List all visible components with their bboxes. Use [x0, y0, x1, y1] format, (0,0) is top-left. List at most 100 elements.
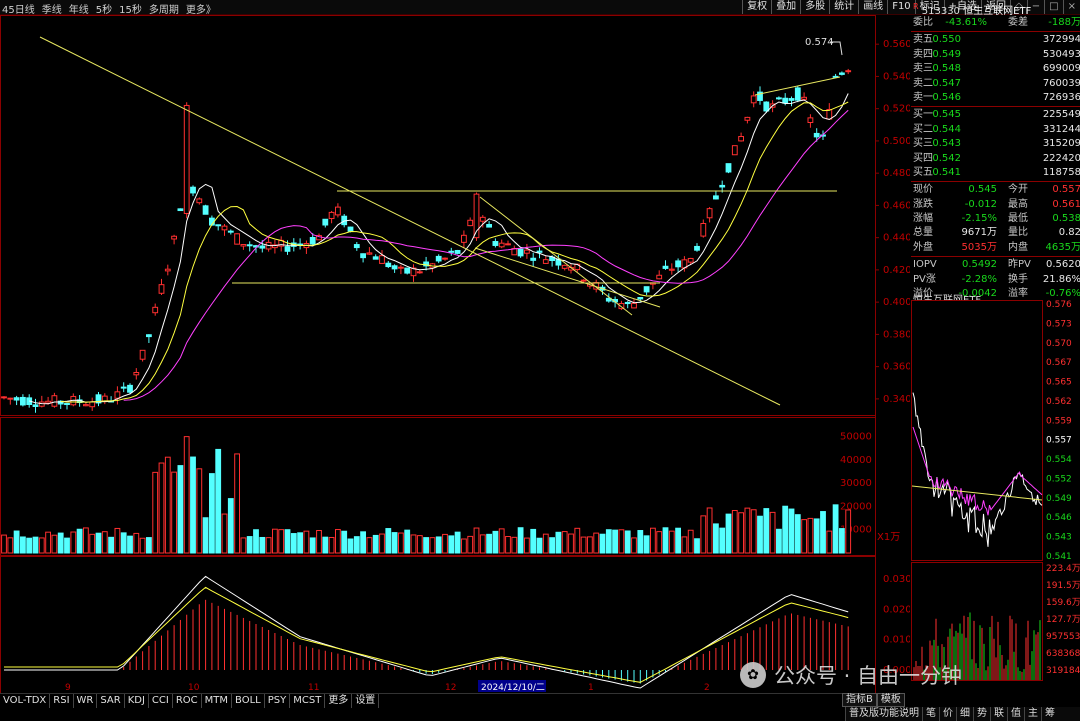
strip-tab-7[interactable]: 主 [1024, 707, 1041, 721]
indicator-tab-11[interactable]: 更多 [325, 694, 353, 708]
volume-bar [763, 508, 770, 554]
quote-cell: 225549 [1042, 109, 1080, 121]
quote-cell: -43.61% [945, 17, 987, 28]
volume-bar [687, 529, 694, 554]
indicator-tab-6[interactable]: ROC [173, 694, 202, 708]
price-tick: 0.540 [883, 71, 910, 82]
quote-cell: 4635万 [1045, 241, 1080, 253]
volume-bar [385, 528, 392, 554]
volume-bar [801, 519, 808, 554]
close-icon[interactable]: × [1062, 0, 1080, 14]
template-tab-0[interactable]: 指标B [842, 693, 877, 707]
period-tab-3[interactable]: 5秒 [96, 1, 112, 16]
volume-bar [612, 529, 619, 554]
indicator-tab-5[interactable]: CCI [149, 694, 173, 708]
volume-bar [221, 513, 228, 554]
intraday-volume-tick: 957553 [1046, 632, 1080, 642]
x-axis-label: 11 [308, 683, 319, 693]
quote-cell: -2.28% [961, 273, 997, 285]
volume-bar [391, 532, 398, 554]
period-tab-5[interactable]: 多周期 [149, 1, 179, 16]
volume-bar [536, 537, 543, 554]
indicator-tab-10[interactable]: MCST [290, 694, 326, 708]
high-label: 0.574 [805, 37, 834, 48]
toolbar-button-2[interactable]: 多股 [800, 0, 829, 14]
indicator-tab-9[interactable]: PSY [265, 694, 291, 708]
strip-tab-6[interactable]: 值 [1007, 707, 1024, 721]
volume-bar [624, 530, 631, 554]
quote-cell: 0.544 [932, 123, 961, 135]
indicator-tab-8[interactable]: BOLL [232, 694, 265, 708]
volume-bar [259, 536, 266, 554]
toolbar-button-4[interactable]: 画线 [858, 0, 887, 14]
volume-bar [158, 462, 165, 554]
volume-bar [524, 537, 530, 554]
strip-tab-1[interactable]: 笔 [922, 707, 939, 721]
strip-tab-8[interactable]: 筹 [1041, 707, 1058, 721]
toolbar-button-1[interactable]: 叠加 [771, 0, 800, 14]
volume-bar [196, 468, 203, 554]
quote-cell: 372994 [1042, 34, 1080, 46]
candle [794, 85, 801, 103]
period-tab-1[interactable]: 季线 [42, 1, 62, 16]
quote-cell: 530493 [1042, 48, 1080, 60]
volume-bar [738, 512, 745, 554]
volume-bar [448, 535, 455, 554]
toolbar-button-5[interactable]: F10 [887, 0, 914, 14]
volume-bar [706, 507, 713, 554]
template-tab-1[interactable]: 模板 [876, 693, 905, 707]
indicator-tab-2[interactable]: WR [74, 694, 98, 708]
volume-bar [278, 529, 285, 554]
toolbar-button-0[interactable]: 复权 [742, 0, 771, 14]
price-tick: 0.460 [883, 200, 910, 211]
volume-bar [820, 511, 826, 554]
divider [911, 181, 1080, 183]
strip-tab-4[interactable]: 势 [973, 707, 990, 721]
volume-bar [650, 527, 656, 554]
kline-chart[interactable]: 0.560 0.540 0.520 0.500 0.480 0.460 0.440 0.420… [0, 15, 910, 693]
volume-bar [435, 536, 442, 554]
indicator-tab-0[interactable]: VOL-TDX [0, 694, 51, 708]
indicator-tab-3[interactable]: SAR [97, 694, 125, 708]
strip-tab-0[interactable]: 普及版功能说明 [845, 707, 922, 721]
bottom-strip: 普及版功能说明笔价细势联值主筹 [845, 707, 1080, 721]
indicator-tab-12[interactable]: 设置 [352, 694, 380, 708]
volume-bar [45, 531, 52, 554]
volume-bar [32, 536, 39, 554]
strip-tab-3[interactable]: 细 [956, 707, 973, 721]
ask-row-0: 卖五 0.550 372994 [911, 33, 1080, 47]
volume-bar [442, 533, 448, 554]
quote-cell: 315209 [1042, 138, 1080, 150]
period-tab-0[interactable]: 45日线 [2, 1, 35, 16]
cursor-date: 2024/12/10/二 [481, 683, 545, 693]
volume-bar [410, 534, 417, 554]
period-menu: 45日线 季线 年线 5秒 15秒 多周期 更多》 [2, 1, 216, 16]
volume-bar [662, 527, 669, 554]
candle [731, 145, 738, 156]
period-tab-2[interactable]: 年线 [69, 1, 89, 16]
volume-bar [731, 509, 738, 554]
candle [177, 208, 184, 212]
volume-bar [101, 531, 108, 554]
strip-tab-2[interactable]: 价 [939, 707, 956, 721]
volume-bar [511, 536, 518, 554]
indicator-tab-1[interactable]: RSI [50, 694, 74, 708]
volume-bar [542, 533, 549, 554]
candle [234, 233, 240, 245]
stat-row-4: 外盘 5035万 内盘 4635万 [911, 241, 1080, 255]
volume-bar [51, 534, 58, 554]
indicator-tab-4[interactable]: KDJ [125, 694, 149, 708]
watermark: ✿ 公众号 · 自由一分钟 [740, 660, 962, 690]
volume-bar [681, 536, 688, 554]
strip-tab-5[interactable]: 联 [990, 707, 1007, 721]
toolbar-button-3[interactable]: 统计 [829, 0, 858, 14]
maximize-icon[interactable]: □ [1044, 0, 1062, 14]
intraday-chart[interactable]: 0.576 0.573 0.570 0.567 0.565 0.562 0.559 0.557… [910, 300, 1080, 693]
indicator-tab-7[interactable]: MTM [202, 694, 233, 708]
volume-bar [372, 534, 379, 554]
volume-bar [297, 532, 304, 554]
period-tab-6[interactable]: 更多》 [186, 1, 216, 16]
webi-row: 委比 -43.61% 委差 -188万 [911, 16, 1080, 30]
period-tab-4[interactable]: 15秒 [119, 1, 142, 16]
volume-bar [234, 453, 240, 554]
